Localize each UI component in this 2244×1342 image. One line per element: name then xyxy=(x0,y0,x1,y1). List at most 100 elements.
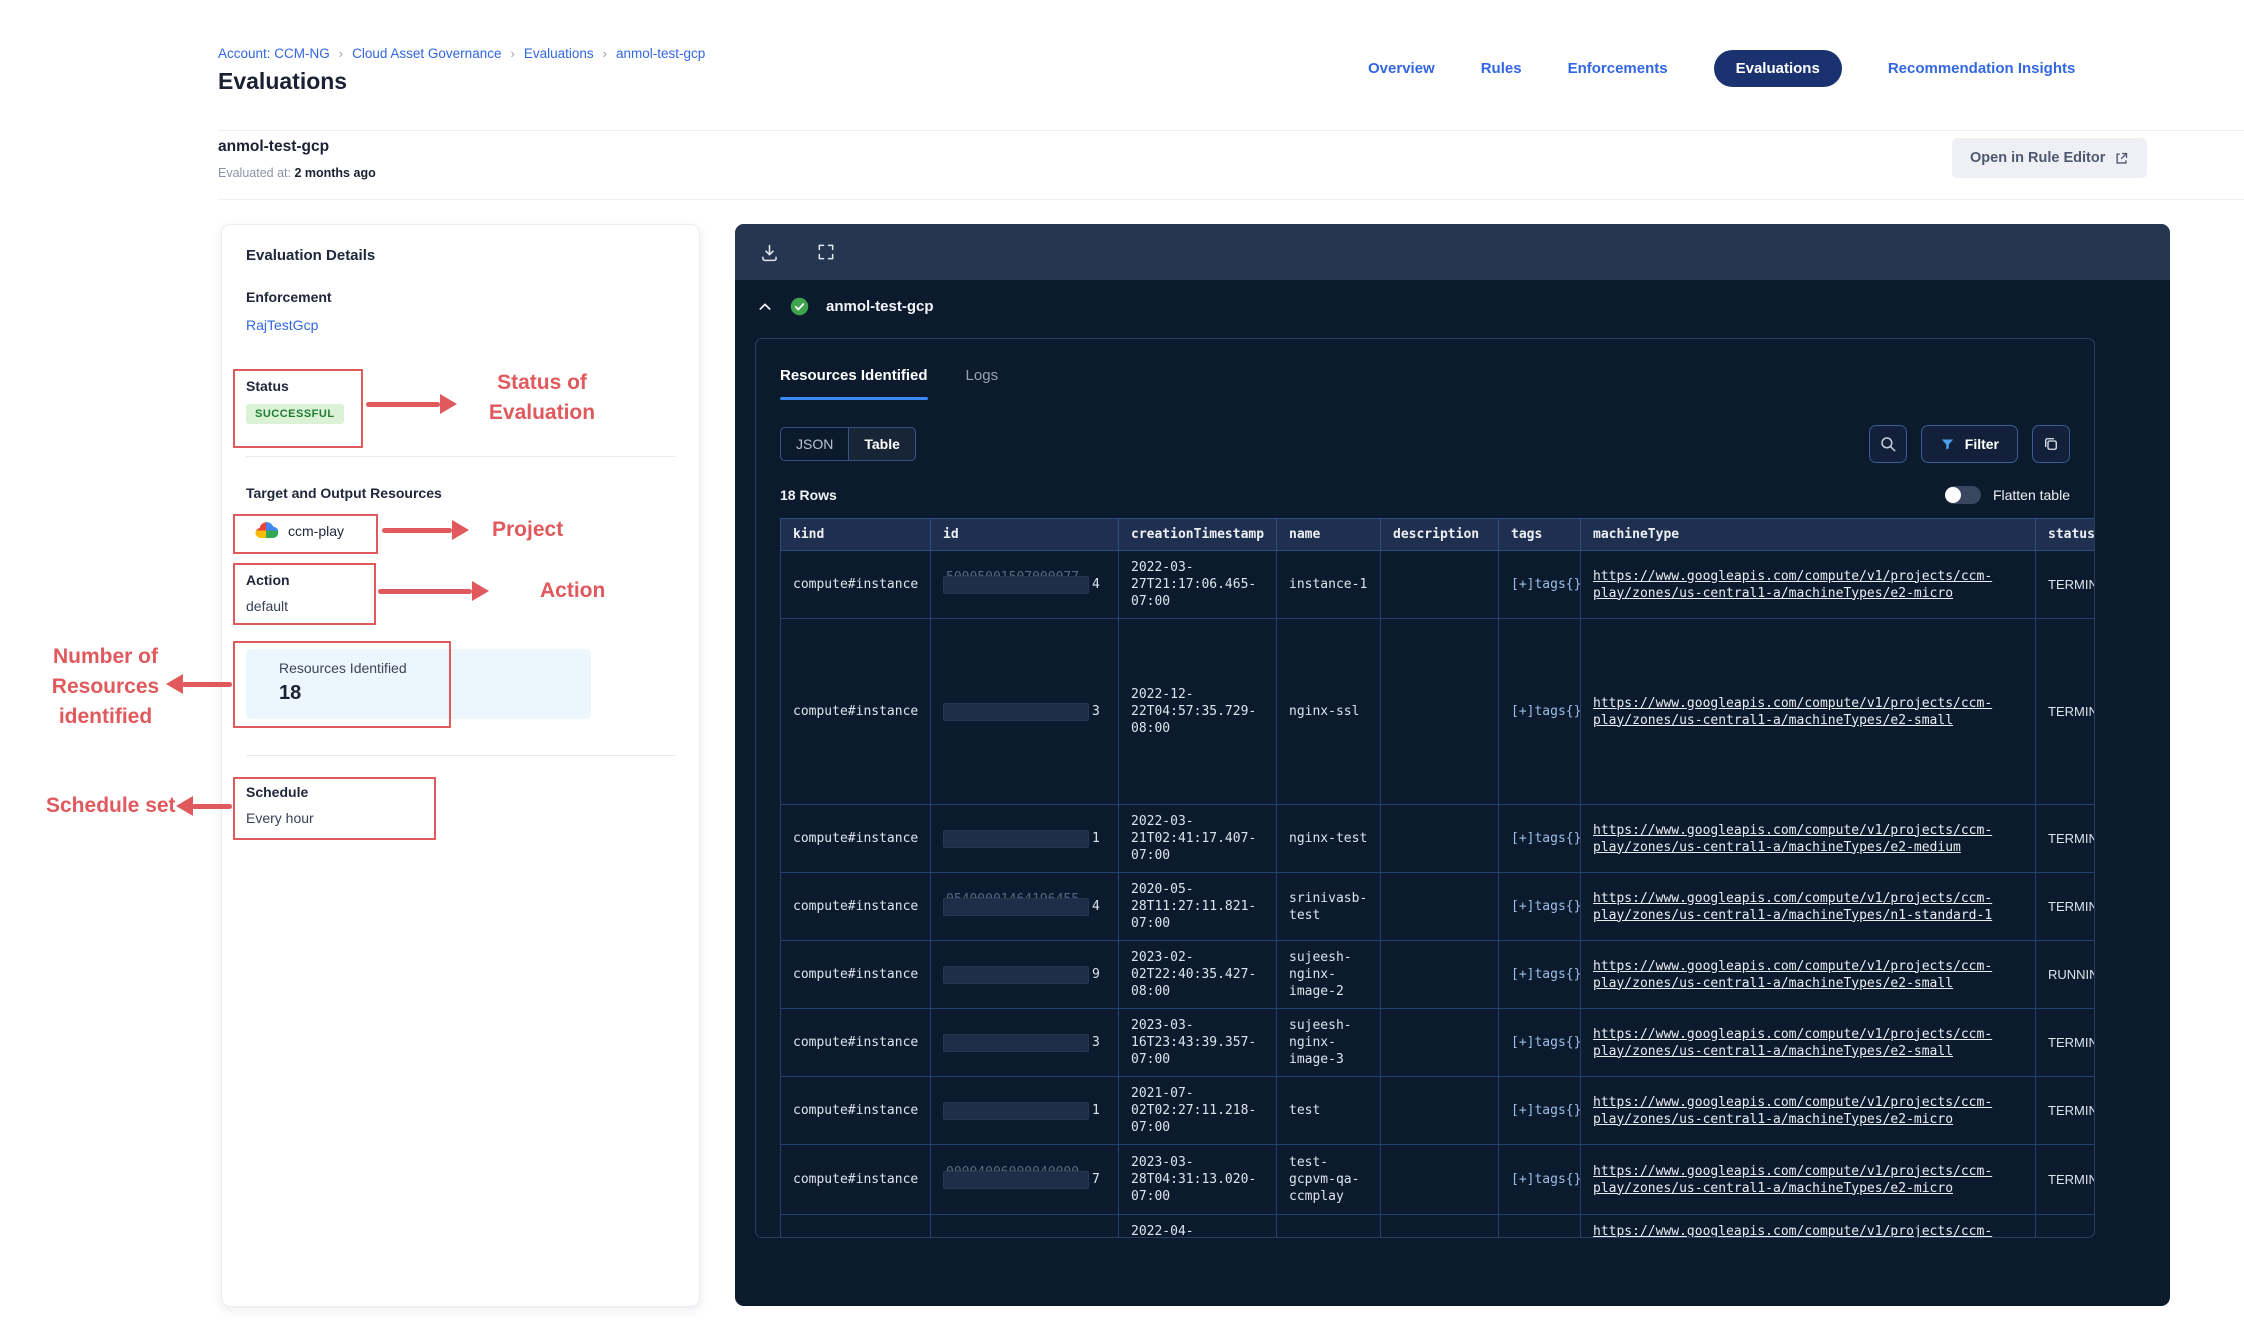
view-toggle-json[interactable]: JSON xyxy=(781,428,848,460)
breadcrumb-separator: › xyxy=(510,46,514,61)
breadcrumb-current[interactable]: anmol-test-gcp xyxy=(616,46,705,61)
expand-tags-link[interactable]: [+]tags{} xyxy=(1511,1103,1581,1118)
cell-creation-timestamp: 2022-03- 21T02:41:17.407- 07:00 xyxy=(1119,805,1277,873)
cell-id: 3 xyxy=(931,1009,1119,1077)
table-row: compute#instance5000500150700007742022-0… xyxy=(781,551,2095,619)
result-header: anmol-test-gcp xyxy=(757,296,934,317)
view-toggle-table[interactable]: Table xyxy=(848,428,915,460)
cell-description xyxy=(1381,619,1499,805)
tab-resources-identified-label: Resources Identified xyxy=(780,367,928,397)
annotation-action-box xyxy=(233,563,376,625)
redacted-id: 1 xyxy=(943,827,1106,851)
results-table-container: kind id creationTimestamp name descripti… xyxy=(780,518,2094,1237)
evaluated-at-label: Evaluated at: xyxy=(218,166,291,180)
redacted-id: 3 xyxy=(943,1031,1106,1055)
cell-tags: [+]tags{} xyxy=(1499,873,1581,941)
success-check-icon xyxy=(789,296,810,317)
col-creation-timestamp: creationTimestamp xyxy=(1119,519,1277,551)
cell-creation-timestamp: 2022-03- 27T21:17:06.465- 07:00 xyxy=(1119,551,1277,619)
enforcement-link[interactable]: RajTestGcp xyxy=(246,317,318,333)
annotation-schedule-text: Schedule set xyxy=(46,791,176,821)
tab-resources-identified[interactable]: Resources Identified xyxy=(780,367,928,400)
expand-tags-link[interactable]: [+]tags{} xyxy=(1511,831,1581,846)
cell-kind: compute#instance xyxy=(781,1145,931,1215)
download-icon xyxy=(759,242,780,263)
redacted-id: 1 xyxy=(943,1099,1106,1123)
nav-overview[interactable]: Overview xyxy=(1368,60,1435,77)
open-in-rule-editor-label: Open in Rule Editor xyxy=(1970,150,2105,166)
nav-evaluations[interactable]: Evaluations xyxy=(1714,50,1842,87)
cell-tags: [+]tags{} xyxy=(1499,1009,1581,1077)
col-tags: tags xyxy=(1499,519,1581,551)
annotation-schedule-box xyxy=(233,777,436,840)
redacted-id: 500050015070000774 xyxy=(943,573,1106,597)
download-button[interactable] xyxy=(759,242,780,263)
machine-type-link[interactable]: https://www.googleapis.com/compute/v1/pr… xyxy=(1593,1164,1992,1196)
expand-tags-link[interactable]: [+]tags{} xyxy=(1511,899,1581,914)
machine-type-link[interactable]: https://www.googleapis.com/compute/v1/pr… xyxy=(1593,891,1992,923)
table-row: compute#instance32023-03- 16T23:43:39.35… xyxy=(781,1009,2095,1077)
cell-kind xyxy=(781,1215,931,1238)
flatten-table-toggle[interactable] xyxy=(1945,486,1981,504)
machine-type-link[interactable]: https://www.googleapis.com/compute/v1/pr… xyxy=(1593,959,1992,991)
open-in-rule-editor-button[interactable]: Open in Rule Editor xyxy=(1952,138,2147,178)
search-button[interactable] xyxy=(1869,425,1907,463)
cell-id: 9 xyxy=(931,941,1119,1009)
machine-type-link[interactable]: https://www.googleapis.com/compute/v1/pr… xyxy=(1593,823,1992,855)
search-icon xyxy=(1879,435,1897,453)
tab-logs[interactable]: Logs xyxy=(966,367,999,400)
cell-description xyxy=(1381,1009,1499,1077)
table-row: compute#instance0000400600004000072023-0… xyxy=(781,1145,2095,1215)
nav-recommendation-insights[interactable]: Recommendation Insights xyxy=(1888,60,2076,77)
tab-underline xyxy=(966,397,999,400)
machine-type-link[interactable]: https://www.googleapis.com/compute/v1/pr… xyxy=(1593,569,1992,601)
machine-type-link[interactable]: https://www.googleapis.com/compute/v1/pr… xyxy=(1593,1095,1992,1127)
copy-button[interactable] xyxy=(2032,425,2070,463)
cell-name: test xyxy=(1277,1077,1381,1145)
table-row: compute#instance12021-07- 02T02:27:11.21… xyxy=(781,1077,2095,1145)
nav-enforcements[interactable]: Enforcements xyxy=(1568,60,1668,77)
cell-id: 1 xyxy=(931,1077,1119,1145)
expand-tags-link[interactable]: [+]tags{} xyxy=(1511,1172,1581,1187)
machine-type-link[interactable]: https://www.googleapis.com/compute/v1/pr… xyxy=(1593,696,1992,728)
breadcrumb-cloud-asset-governance[interactable]: Cloud Asset Governance xyxy=(352,46,501,61)
expand-tags-link[interactable]: [+]tags{} xyxy=(1511,704,1581,719)
chevron-up-icon[interactable] xyxy=(757,299,773,315)
col-status: status xyxy=(2036,519,2095,551)
breadcrumb-account[interactable]: Account: CCM-NG xyxy=(218,46,330,61)
expand-tags-link[interactable]: [+]tags{} xyxy=(1511,1035,1581,1050)
nav-rules[interactable]: Rules xyxy=(1481,60,1522,77)
col-kind: kind xyxy=(781,519,931,551)
annotation-resources-box xyxy=(233,641,451,728)
breadcrumb-separator: › xyxy=(339,46,343,61)
cell-description xyxy=(1381,941,1499,1009)
divider xyxy=(246,755,675,756)
cell-tags: [+]tags{} xyxy=(1499,551,1581,619)
evaluation-result-panel: anmol-test-gcp Resources Identified Logs… xyxy=(735,224,2170,1306)
fullscreen-button[interactable] xyxy=(816,242,836,262)
cell-machine-type: https://www.googleapis.com/compute/v1/pr… xyxy=(1581,551,2036,619)
details-title: Evaluation Details xyxy=(246,247,375,264)
annotation-project-box xyxy=(233,514,378,554)
cell-kind: compute#instance xyxy=(781,941,931,1009)
machine-type-link[interactable]: https://www.googleapis.com/compute/v1/pr… xyxy=(1593,1027,1992,1059)
cell-creation-timestamp: 2023-03- 28T04:31:13.020- 07:00 xyxy=(1119,1145,1277,1215)
cell-creation-timestamp: 2023-02- 02T22:40:35.427- 08:00 xyxy=(1119,941,1277,1009)
external-link-icon xyxy=(2114,151,2129,166)
machine-type-link[interactable]: https://www.googleapis.com/compute/v1/pr… xyxy=(1593,1224,1992,1237)
copy-icon xyxy=(2042,435,2060,453)
breadcrumb-evaluations[interactable]: Evaluations xyxy=(524,46,594,61)
expand-tags-link[interactable]: [+]tags{} xyxy=(1511,577,1581,592)
cell-name xyxy=(1277,1215,1381,1238)
cell-tags: [+]tags{} xyxy=(1499,619,1581,805)
table-row: compute#instance32022-12- 22T04:57:35.72… xyxy=(781,619,2095,805)
cell-creation-timestamp: 2022-04- xyxy=(1119,1215,1277,1238)
expand-tags-link[interactable]: [+]tags{} xyxy=(1511,967,1581,982)
annotation-action-arrow xyxy=(378,589,472,594)
evaluated-at-value: 2 months ago xyxy=(294,166,375,180)
cell-status: TERMINATED xyxy=(2036,805,2095,873)
annotation-status-arrow xyxy=(366,402,440,407)
filter-button[interactable]: Filter xyxy=(1921,425,2018,463)
cell-name: sujeesh- nginx- image-3 xyxy=(1277,1009,1381,1077)
page-root: Account: CCM-NG › Cloud Asset Governance… xyxy=(0,0,2244,1342)
